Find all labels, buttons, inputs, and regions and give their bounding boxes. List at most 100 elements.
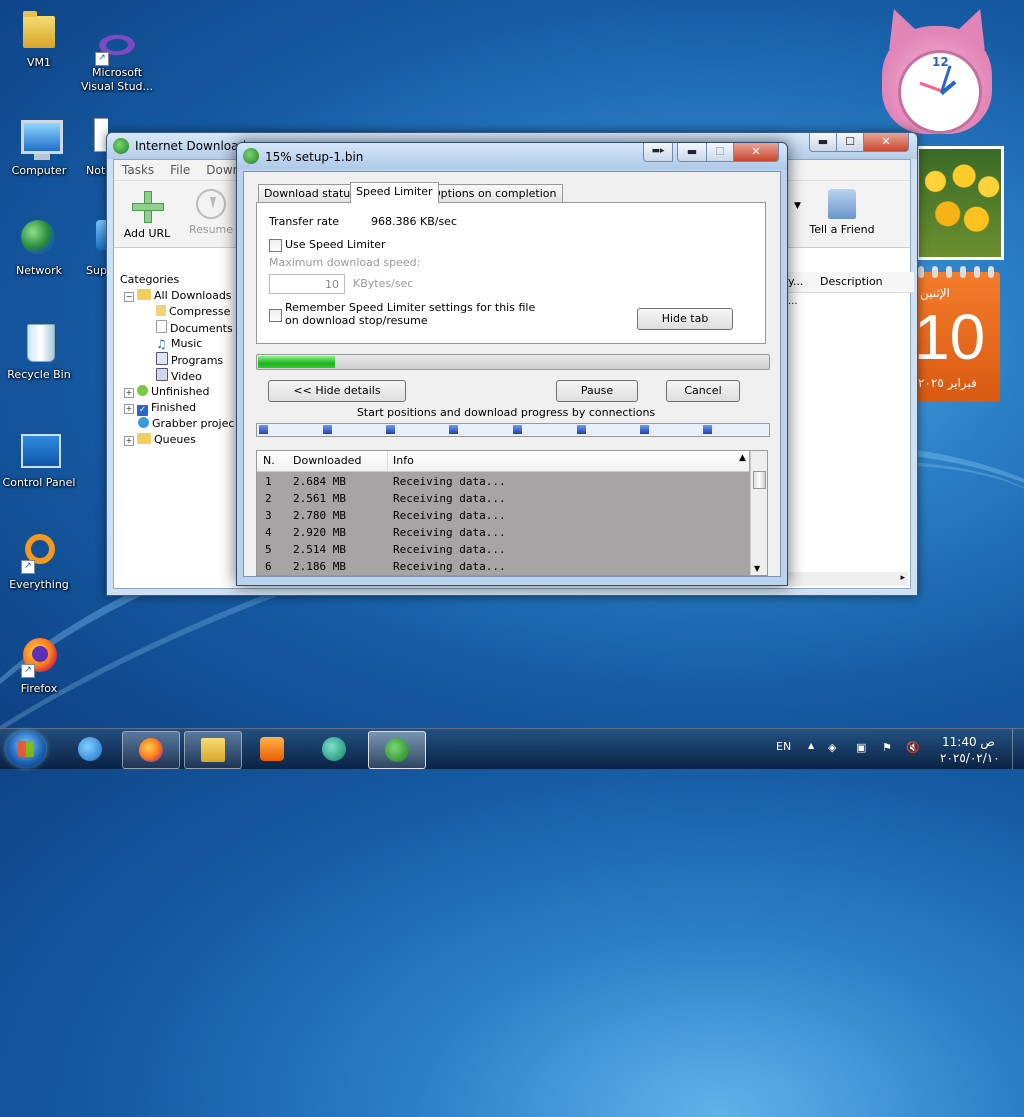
- desktop-icon-computer[interactable]: Computer: [1, 116, 77, 178]
- tab-speed-limiter[interactable]: Speed Limiter: [350, 182, 439, 203]
- desktop-icon-network[interactable]: Network: [1, 216, 77, 278]
- table-row[interactable]: 3 2.780 MB Receiving data...: [257, 507, 749, 524]
- show-desktop-button[interactable]: [1012, 729, 1024, 769]
- idm-tray-icon[interactable]: ◈: [828, 741, 836, 754]
- category-label: Compresse: [169, 305, 231, 318]
- use-speed-limiter-label[interactable]: Use Speed Limiter: [285, 238, 386, 251]
- category-documents[interactable]: Documents: [156, 320, 233, 335]
- shrink-dialog-button[interactable]: ▬▸: [643, 143, 673, 162]
- expand-icon[interactable]: +: [124, 388, 134, 398]
- tab-options-on-completion[interactable]: Options on completion: [426, 184, 563, 202]
- menu-file[interactable]: File: [162, 160, 198, 180]
- category-all-downloads[interactable]: − All Downloads: [124, 288, 232, 303]
- network-tray-icon[interactable]: ▣: [856, 741, 866, 754]
- collapse-icon[interactable]: −: [124, 292, 134, 302]
- table-row[interactable]: 5 2.514 MB Receiving data...: [257, 541, 749, 558]
- resume-button[interactable]: Resume: [178, 189, 244, 236]
- cancel-button[interactable]: Cancel: [666, 380, 740, 402]
- column-header-downloaded[interactable]: Downloaded: [293, 454, 361, 467]
- category-unfinished[interactable]: + Unfinished: [124, 384, 209, 399]
- column-header-description[interactable]: Description: [820, 275, 883, 288]
- taskbar-idm[interactable]: [368, 731, 426, 769]
- taskbar-file-explorer[interactable]: [184, 731, 242, 769]
- add-url-button[interactable]: Add URL: [114, 189, 180, 240]
- minimize-button[interactable]: ▬: [809, 133, 837, 152]
- close-button[interactable]: ✕: [863, 133, 909, 152]
- clock-gadget[interactable]: 12: [876, 2, 998, 138]
- hide-details-button[interactable]: << Hide details: [268, 380, 406, 402]
- category-programs[interactable]: Programs: [156, 352, 223, 367]
- scroll-up-arrow-icon[interactable]: ▲: [739, 453, 746, 463]
- use-speed-limiter-checkbox[interactable]: [269, 239, 282, 252]
- list-row-partial[interactable]: ...: [788, 296, 798, 307]
- desktop-icon-visual-studio[interactable]: ↗ Microsoft Visual Stud...: [79, 22, 155, 94]
- scroll-down-arrow-icon[interactable]: ▼: [754, 564, 760, 573]
- volume-muted-icon[interactable]: 🔇: [906, 741, 920, 754]
- start-button[interactable]: [6, 731, 46, 767]
- category-compressed[interactable]: Compresse: [156, 304, 230, 319]
- show-hidden-icons-arrow-icon[interactable]: ▲: [808, 741, 814, 750]
- category-music[interactable]: ♫ Music: [156, 336, 202, 351]
- scroll-right-arrow-icon[interactable]: ▸: [900, 573, 905, 583]
- maximize-button[interactable]: ☐: [836, 133, 864, 152]
- remember-settings-label-line1[interactable]: Remember Speed Limiter settings for this…: [285, 301, 535, 314]
- remember-settings-checkbox[interactable]: [269, 309, 282, 322]
- desktop-icon-control-panel[interactable]: Control Panel: [1, 428, 77, 490]
- language-indicator[interactable]: EN: [776, 740, 791, 753]
- category-finished[interactable]: + ✓ Finished: [124, 400, 196, 416]
- connections-caption: Start positions and download progress by…: [356, 406, 656, 419]
- tray-time[interactable]: 11:40 ص: [942, 735, 995, 749]
- internet-explorer-icon: [78, 737, 102, 761]
- dialog-titlebar[interactable]: 15% setup-1.bin ▬▸ ▬ ☐ ✕: [237, 143, 787, 169]
- document-icon: [156, 320, 167, 333]
- hide-tab-button[interactable]: Hide tab: [637, 308, 733, 330]
- desktop-icon-label: Network: [16, 264, 62, 277]
- table-vertical-scrollbar[interactable]: ▼: [750, 451, 767, 575]
- column-header-info[interactable]: Info: [393, 454, 414, 467]
- desktop-icon-notepad[interactable]: Not: [74, 116, 108, 178]
- taskbar-media-player[interactable]: [244, 731, 300, 767]
- category-grabber[interactable]: Grabber projec: [138, 416, 234, 431]
- slideshow-gadget[interactable]: [916, 146, 1004, 260]
- connections-table-header: N. Downloaded Info ▲: [257, 451, 749, 472]
- pause-button[interactable]: Pause: [556, 380, 638, 402]
- grabber-icon: [138, 417, 149, 428]
- expand-icon[interactable]: +: [124, 436, 134, 446]
- scrollbar-thumb[interactable]: [753, 471, 766, 489]
- table-row[interactable]: 4 2.920 MB Receiving data...: [257, 524, 749, 541]
- table-row[interactable]: 2 2.561 MB Receiving data...: [257, 490, 749, 507]
- taskbar-internet-explorer[interactable]: [62, 731, 118, 767]
- desktop-icon-everything[interactable]: ↗ Everything: [1, 530, 77, 592]
- download-progress-dialog[interactable]: 15% setup-1.bin ▬▸ ▬ ☐ ✕ Download status…: [236, 142, 788, 586]
- add-url-label: Add URL: [123, 227, 171, 240]
- taskbar-firefox[interactable]: [122, 731, 180, 769]
- tab-download-status[interactable]: Download status: [258, 184, 362, 202]
- row-n: 2: [265, 492, 272, 505]
- action-center-flag-icon[interactable]: ⚑: [882, 741, 892, 754]
- category-video[interactable]: Video: [156, 368, 202, 383]
- table-row[interactable]: 6 2.186 MB Receiving data...: [257, 558, 749, 575]
- minimize-button[interactable]: ▬: [677, 143, 707, 162]
- max-speed-input[interactable]: 10: [269, 274, 345, 294]
- table-row[interactable]: 1 2.684 MB Receiving data...: [257, 473, 749, 490]
- desktop-icon-recycle-bin[interactable]: Recycle Bin: [1, 320, 77, 382]
- desktop-icon-firefox[interactable]: ↗ Firefox: [1, 634, 77, 696]
- remember-settings-label-line2[interactable]: on download stop/resume: [285, 314, 428, 327]
- horizontal-scrollbar[interactable]: ▸: [778, 572, 908, 586]
- clock-second-hand: [919, 81, 942, 92]
- tell-a-friend-button[interactable]: Tell a Friend: [804, 189, 880, 236]
- calendar-gadget[interactable]: الإثنين 10 فبراير ٢٠٢٥: [912, 266, 1000, 402]
- category-queues[interactable]: + Queues: [124, 432, 196, 447]
- zip-folder-icon: [156, 305, 166, 316]
- close-button[interactable]: ✕: [733, 143, 779, 162]
- tray-date[interactable]: ٢٠٢٥/٠٢/١٠: [940, 751, 1000, 765]
- column-header-partial[interactable]: y...: [788, 275, 803, 288]
- toolbar-dropdown-arrow-icon[interactable]: ▼: [794, 201, 801, 211]
- taskbar-app[interactable]: [306, 731, 362, 767]
- desktop-icon-vm1[interactable]: VM1: [1, 8, 77, 70]
- expand-icon[interactable]: +: [124, 404, 134, 414]
- menu-tasks[interactable]: Tasks: [114, 160, 162, 180]
- desktop-icon-support[interactable]: Sup: [74, 216, 108, 278]
- column-header-n[interactable]: N.: [263, 454, 275, 467]
- transfer-rate-label: Transfer rate: [269, 215, 340, 228]
